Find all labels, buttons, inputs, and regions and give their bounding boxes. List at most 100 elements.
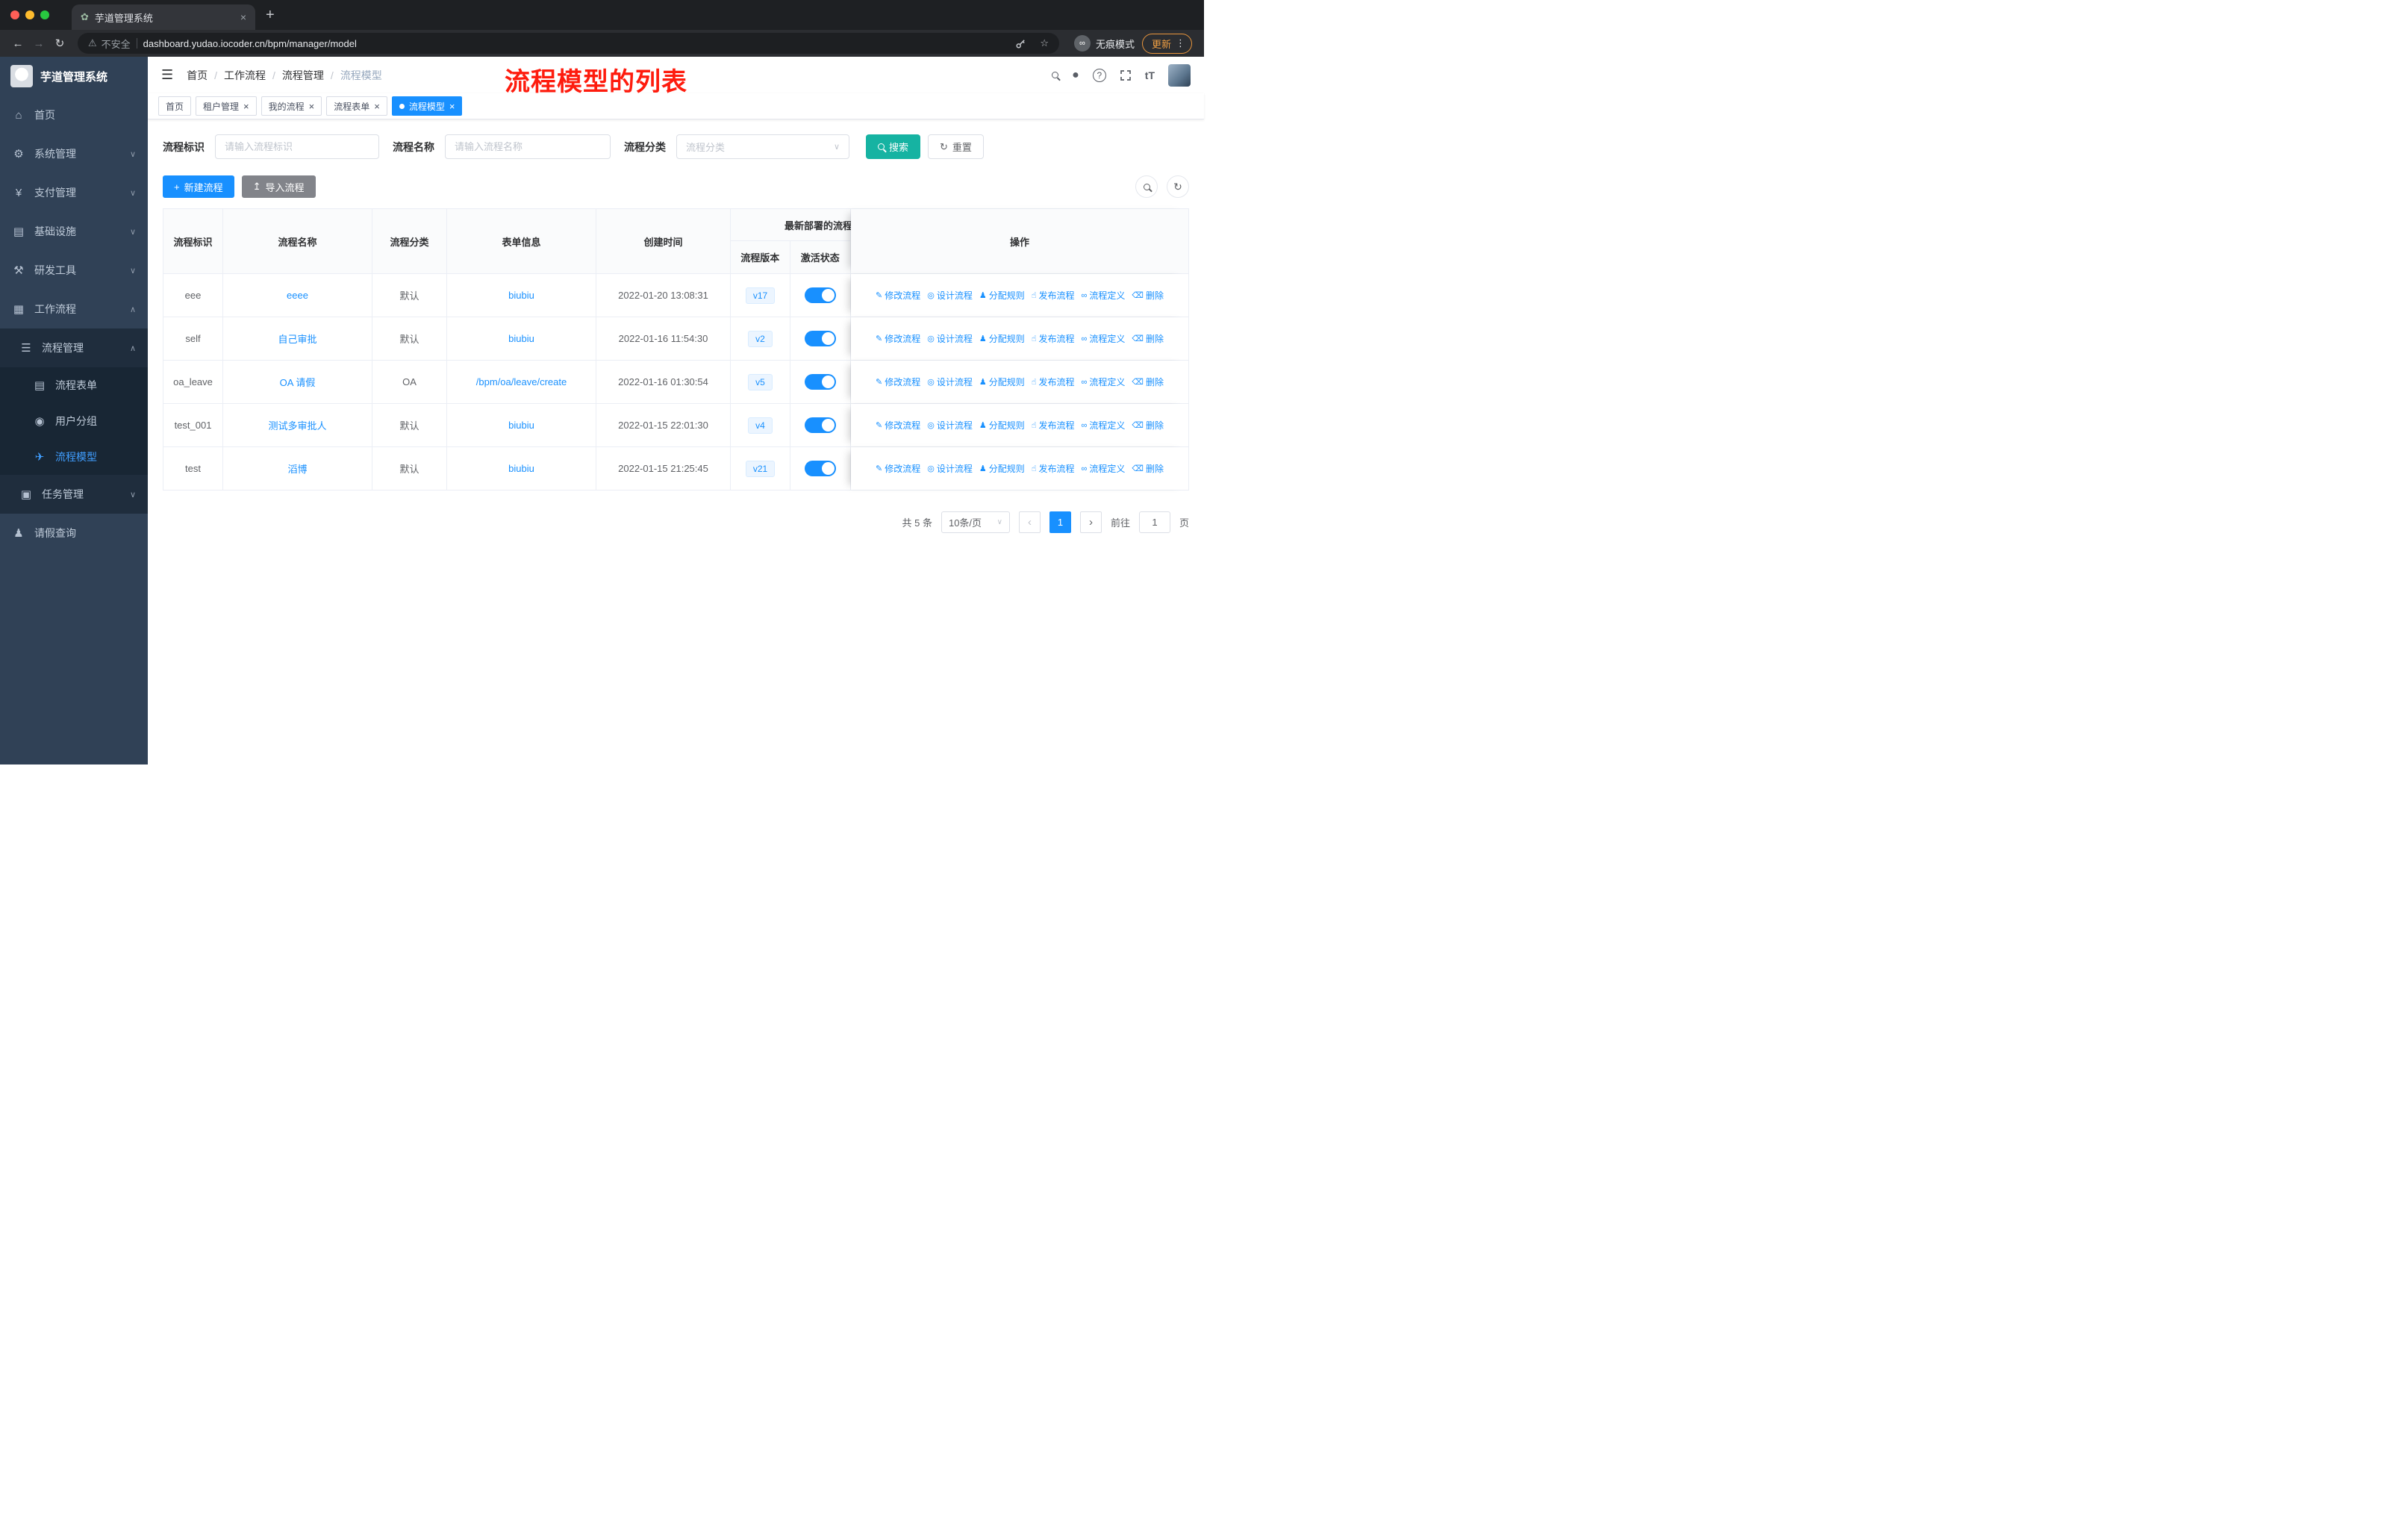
browser-update-button[interactable]: 更新 ⋮ (1141, 33, 1192, 54)
assign-rule-link[interactable]: ♟ 分配规则 (979, 376, 1025, 388)
help-icon[interactable]: ? (1092, 68, 1106, 82)
url-text[interactable]: dashboard.yudao.iocoder.cn/bpm/manager/m… (143, 38, 1002, 49)
design-process-link[interactable]: ◎ 设计流程 (927, 289, 973, 302)
edit-process-link[interactable]: ✎ 修改流程 (876, 376, 920, 388)
tag-process-model[interactable]: 流程模型 × (391, 96, 463, 116)
delete-link[interactable]: ⌫ 删除 (1132, 332, 1164, 345)
status-toggle[interactable] (805, 461, 836, 476)
key-icon[interactable] (1015, 38, 1026, 49)
publish-process-link[interactable]: ☝ 发布流程 (1032, 289, 1075, 302)
process-name-link[interactable]: OA 请假 (280, 375, 316, 389)
user-avatar[interactable] (1168, 63, 1191, 87)
bookmark-star-icon[interactable]: ☆ (1040, 37, 1049, 49)
tag-tenant-management[interactable]: 租户管理 × (196, 96, 257, 116)
design-process-link[interactable]: ◎ 设计流程 (927, 376, 973, 388)
browser-tab[interactable]: ✿ 芋道管理系统 × (72, 4, 255, 30)
search-icon[interactable] (1052, 72, 1059, 78)
tag-process-form[interactable]: 流程表单 × (326, 96, 387, 116)
process-definition-link[interactable]: ∞ 流程定义 (1082, 419, 1126, 432)
status-toggle[interactable] (805, 417, 836, 433)
new-tab-button[interactable]: + (266, 7, 275, 24)
fullscreen-icon[interactable] (1120, 69, 1132, 81)
delete-link[interactable]: ⌫ 删除 (1132, 289, 1164, 302)
tab-close-icon[interactable]: × (240, 11, 246, 23)
address-bar[interactable]: ⚠ 不安全 dashboard.yudao.iocoder.cn/bpm/man… (78, 33, 1059, 54)
form-link[interactable]: /bpm/oa/leave/create (476, 376, 567, 387)
security-indicator[interactable]: ⚠ 不安全 (88, 37, 131, 51)
minimize-window-button[interactable] (25, 10, 34, 19)
sidebar-item-process-model[interactable]: ✈ 流程模型 (0, 439, 148, 475)
forward-icon[interactable]: → (28, 37, 49, 50)
form-link[interactable]: biubiu (508, 290, 534, 301)
delete-link[interactable]: ⌫ 删除 (1132, 376, 1164, 388)
assign-rule-link[interactable]: ♟ 分配规则 (979, 462, 1025, 475)
back-icon[interactable]: ← (7, 37, 28, 50)
process-definition-link[interactable]: ∞ 流程定义 (1082, 462, 1126, 475)
assign-rule-link[interactable]: ♟ 分配规则 (979, 332, 1025, 345)
status-toggle[interactable] (805, 331, 836, 346)
tag-my-process[interactable]: 我的流程 × (261, 96, 322, 116)
prev-page-button[interactable]: ‹ (1018, 511, 1041, 533)
show-search-button[interactable] (1135, 175, 1158, 198)
font-size-icon[interactable]: tT (1145, 69, 1155, 81)
sidebar-item-system[interactable]: ⚙ 系统管理 ∨ (0, 134, 148, 173)
breadcrumb-process-management[interactable]: 流程管理 (282, 68, 324, 83)
design-process-link[interactable]: ◎ 设计流程 (927, 462, 973, 475)
publish-process-link[interactable]: ☝ 发布流程 (1032, 332, 1075, 345)
reset-button[interactable]: ↻ 重置 (928, 134, 984, 159)
publish-process-link[interactable]: ☝ 发布流程 (1032, 376, 1075, 388)
publish-process-link[interactable]: ☝ 发布流程 (1032, 419, 1075, 432)
publish-process-link[interactable]: ☝ 发布流程 (1032, 462, 1075, 475)
create-process-button[interactable]: + 新建流程 (163, 175, 234, 198)
goto-page-input[interactable] (1138, 511, 1170, 533)
process-definition-link[interactable]: ∞ 流程定义 (1082, 332, 1126, 345)
reload-icon[interactable]: ↻ (49, 37, 70, 50)
process-name-input[interactable] (445, 134, 611, 159)
page-size-select[interactable]: 10条/页 ∨ (941, 511, 1010, 533)
process-name-link[interactable]: 测试多审批人 (268, 418, 326, 432)
breadcrumb-home[interactable]: 首页 (187, 68, 208, 83)
form-link[interactable]: biubiu (508, 420, 534, 431)
maximize-window-button[interactable] (40, 10, 49, 19)
design-process-link[interactable]: ◎ 设计流程 (927, 332, 973, 345)
process-definition-link[interactable]: ∞ 流程定义 (1082, 289, 1126, 302)
browser-menu-icon[interactable]: ⋮ (1176, 37, 1185, 49)
assign-rule-link[interactable]: ♟ 分配规则 (979, 289, 1025, 302)
sidebar-item-workflow[interactable]: ▦ 工作流程 ∧ (0, 290, 148, 328)
process-name-link[interactable]: eeee (287, 290, 308, 301)
sidebar-item-payment[interactable]: ¥ 支付管理 ∨ (0, 173, 148, 212)
sidebar-item-task-management[interactable]: ▣ 任务管理 ∨ (0, 475, 148, 514)
edit-process-link[interactable]: ✎ 修改流程 (876, 332, 920, 345)
form-link[interactable]: biubiu (508, 463, 534, 474)
category-select[interactable]: 流程分类 ∨ (676, 134, 849, 159)
edit-process-link[interactable]: ✎ 修改流程 (876, 419, 920, 432)
process-definition-link[interactable]: ∞ 流程定义 (1082, 376, 1126, 388)
sidebar-item-dev-tools[interactable]: ⚒ 研发工具 ∨ (0, 251, 148, 290)
sidebar-item-user-group[interactable]: ◉ 用户分组 (0, 403, 148, 439)
design-process-link[interactable]: ◎ 设计流程 (927, 419, 973, 432)
delete-link[interactable]: ⌫ 删除 (1132, 419, 1164, 432)
close-icon[interactable]: × (449, 101, 455, 112)
sidebar-item-leave-query[interactable]: ♟ 请假查询 (0, 514, 148, 552)
menu-fold-icon[interactable]: ☰ (161, 67, 173, 83)
close-icon[interactable]: × (374, 101, 380, 112)
current-page-button[interactable]: 1 (1049, 511, 1071, 533)
breadcrumb-workflow[interactable]: 工作流程 (224, 68, 266, 83)
sidebar-item-infrastructure[interactable]: ▤ 基础设施 ∨ (0, 212, 148, 251)
edit-process-link[interactable]: ✎ 修改流程 (876, 462, 920, 475)
sidebar-item-home[interactable]: ⌂ 首页 (0, 96, 148, 134)
edit-process-link[interactable]: ✎ 修改流程 (876, 289, 920, 302)
process-name-link[interactable]: 滔博 (287, 461, 307, 476)
next-page-button[interactable]: › (1079, 511, 1102, 533)
status-toggle[interactable] (805, 287, 836, 303)
refresh-table-button[interactable]: ↻ (1167, 175, 1189, 198)
delete-link[interactable]: ⌫ 删除 (1132, 462, 1164, 475)
assign-rule-link[interactable]: ♟ 分配规则 (979, 419, 1025, 432)
tag-home[interactable]: 首页 (158, 96, 192, 116)
close-icon[interactable]: × (243, 101, 249, 112)
form-link[interactable]: biubiu (508, 333, 534, 344)
close-icon[interactable]: × (309, 101, 315, 112)
status-toggle[interactable] (805, 374, 836, 390)
import-process-button[interactable]: ↥ 导入流程 (241, 175, 316, 198)
github-icon[interactable]: ● (1072, 69, 1079, 82)
